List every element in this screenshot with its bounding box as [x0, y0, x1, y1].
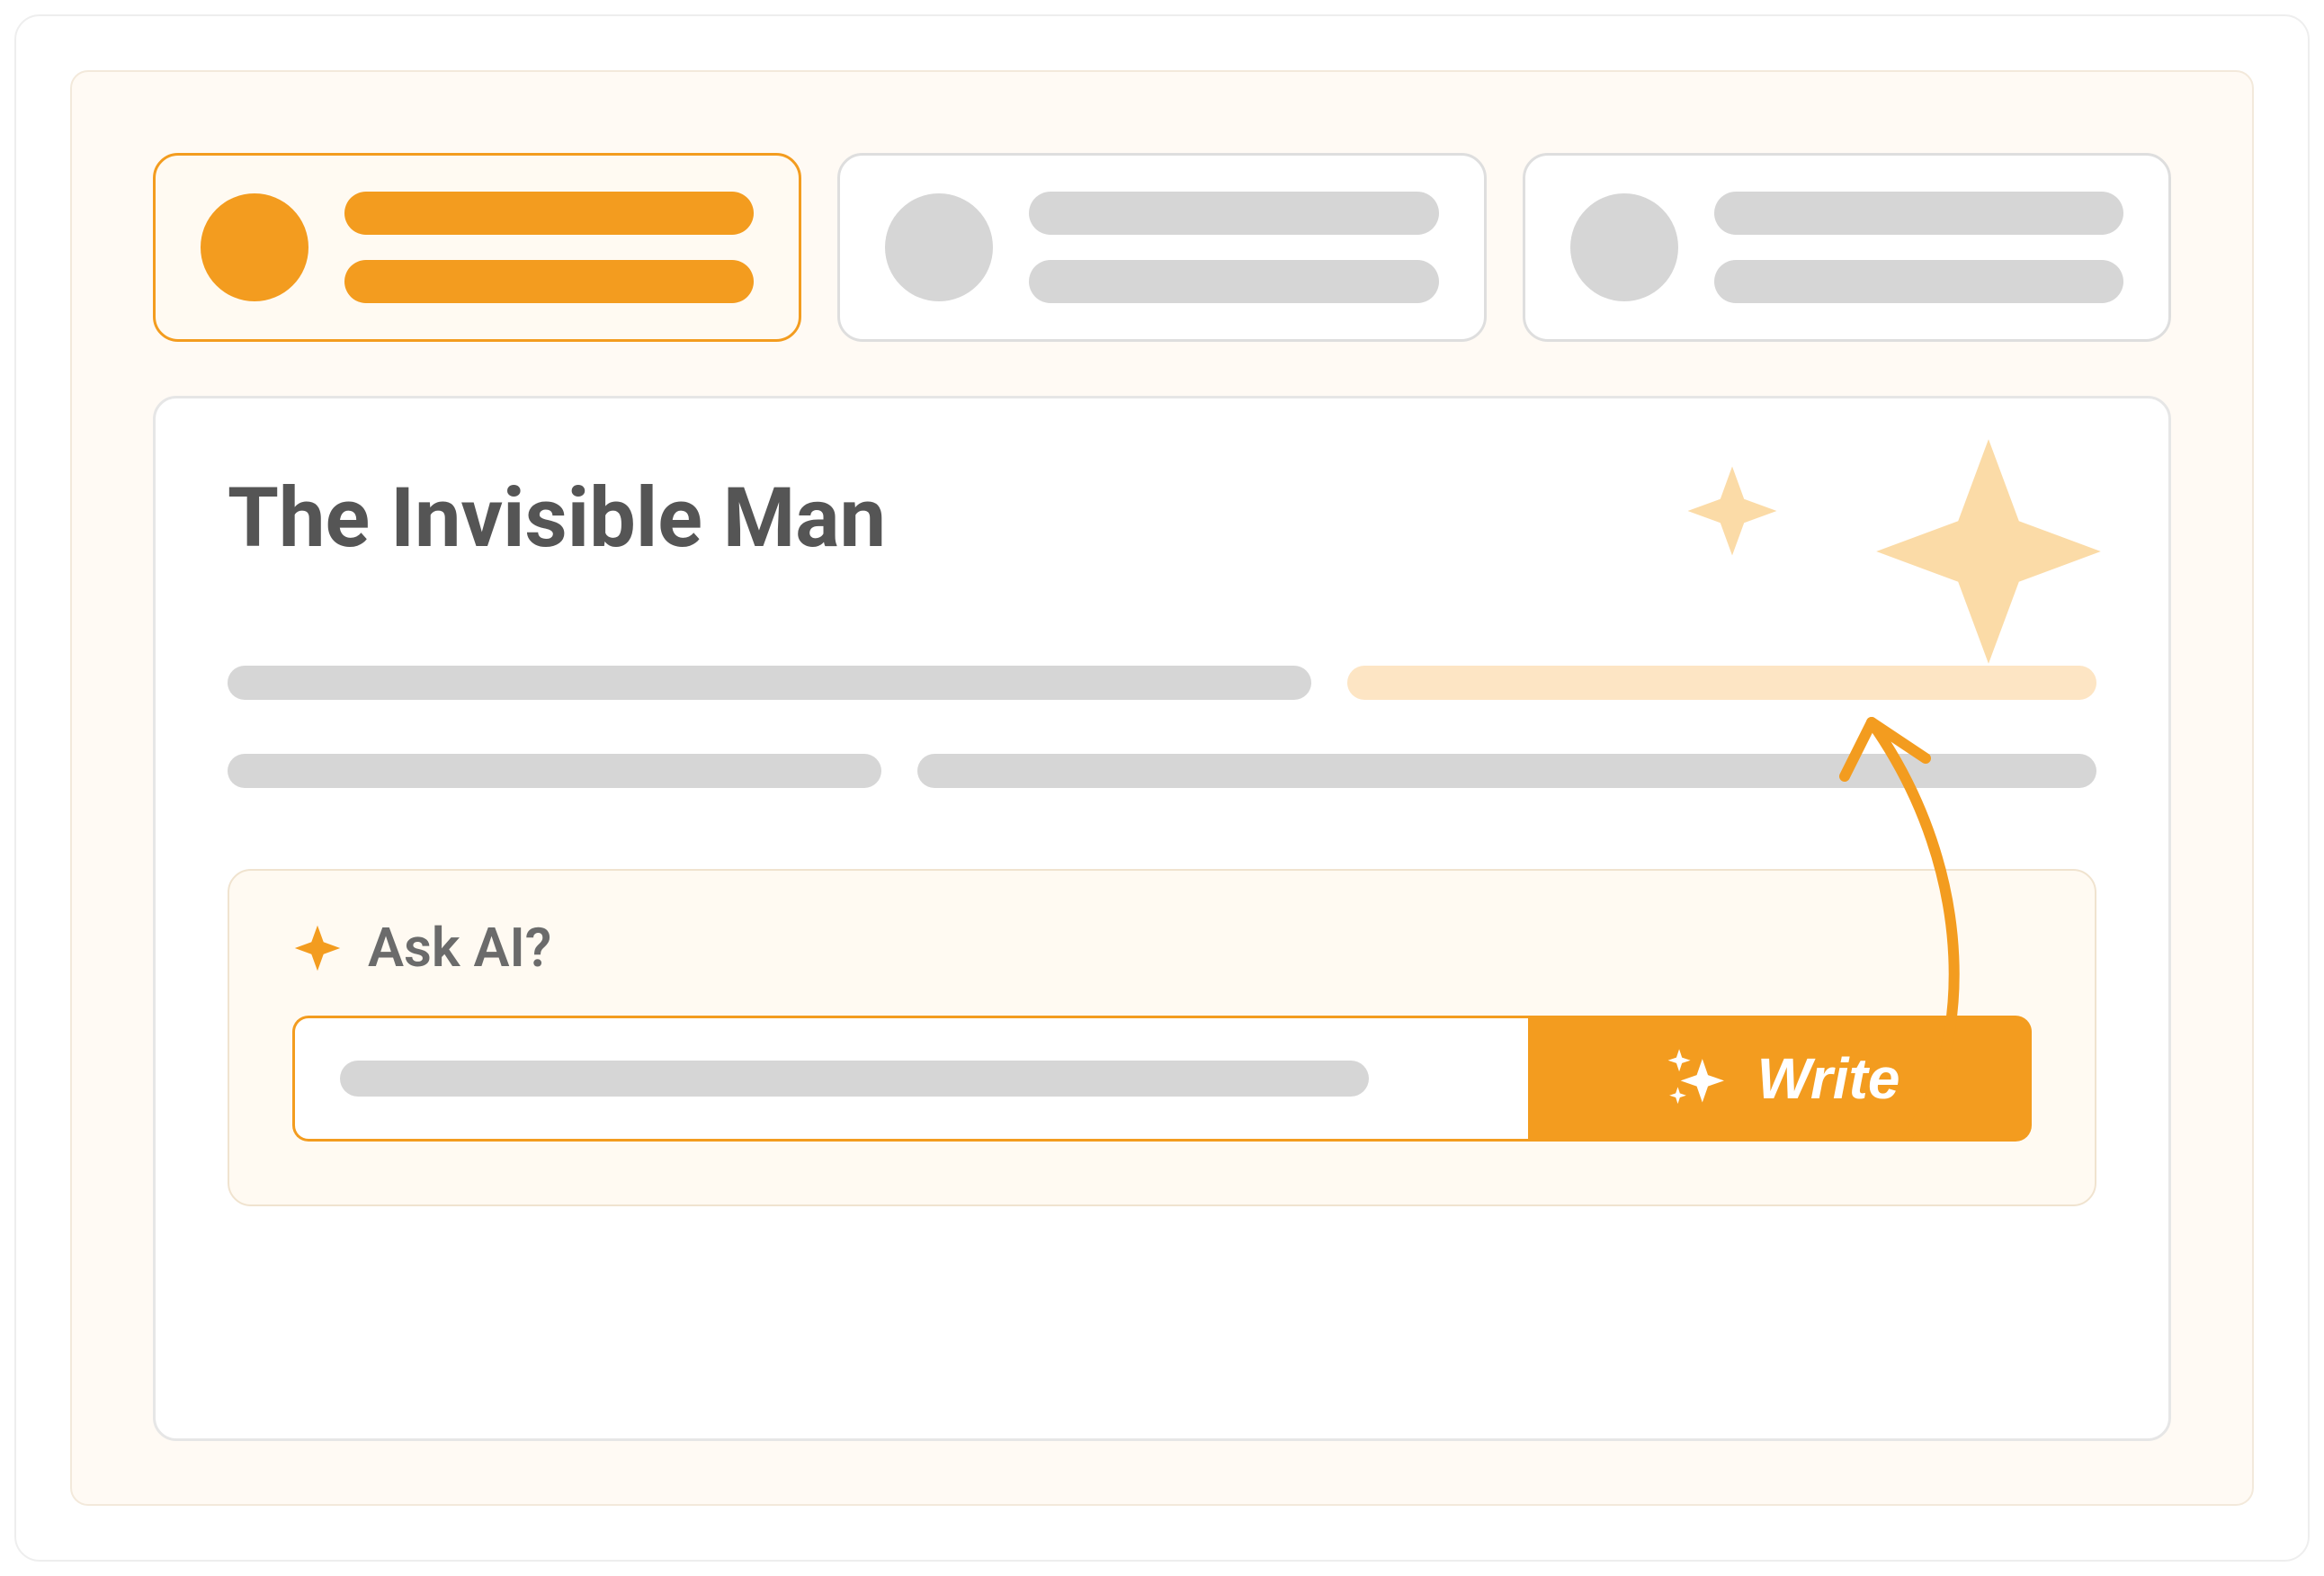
ask-ai-input-row: Write [292, 1016, 2032, 1142]
write-button[interactable]: Write [1528, 1016, 2032, 1142]
tab-2[interactable] [837, 153, 1486, 342]
tab-text-placeholder [1714, 192, 2123, 303]
text-segment [917, 754, 2096, 788]
content-card: The Invisible Man [153, 396, 2171, 1441]
sparkles-icon [1660, 1043, 1730, 1114]
star-icon [1683, 461, 1782, 560]
star-icon [1872, 434, 2105, 668]
canvas: The Invisible Man [70, 70, 2254, 1506]
app-frame: The Invisible Man [14, 14, 2310, 1562]
tab-1[interactable] [153, 153, 801, 342]
sparkle-icon [292, 923, 343, 973]
text-body-placeholder [228, 666, 2096, 788]
text-segment-highlight [1347, 666, 2096, 700]
tab-avatar-placeholder [885, 193, 993, 301]
input-placeholder-bar [340, 1061, 1369, 1097]
tab-text-placeholder [344, 192, 754, 303]
tab-avatar-placeholder [1570, 193, 1678, 301]
ask-ai-label: Ask AI? [368, 916, 551, 980]
ask-ai-panel: Ask AI? Write [228, 869, 2096, 1206]
tab-3[interactable] [1523, 153, 2171, 342]
tab-avatar-placeholder [201, 193, 308, 301]
text-segment [228, 666, 1311, 700]
tab-text-placeholder [1029, 192, 1438, 303]
ask-ai-input[interactable] [292, 1016, 1528, 1142]
tabs-row [153, 153, 2171, 342]
ask-ai-header: Ask AI? [292, 916, 2032, 980]
page-title: The Invisible Man [228, 470, 2096, 567]
write-button-label: Write [1757, 1045, 1900, 1112]
text-segment [228, 754, 881, 788]
